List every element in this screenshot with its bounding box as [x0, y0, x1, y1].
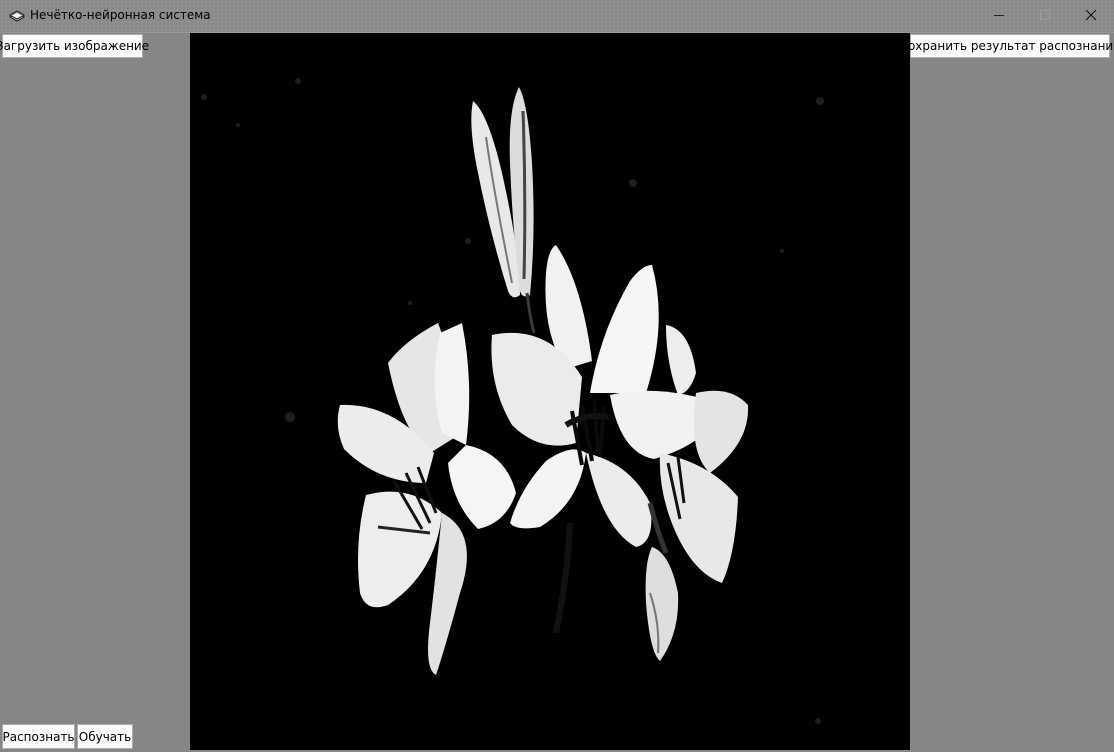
save-result-button[interactable]: Сохранить результат распознания: [900, 34, 1114, 58]
maximize-button[interactable]: [1022, 0, 1068, 30]
close-icon: [1085, 6, 1097, 25]
stack-icon: [8, 8, 26, 24]
minimize-button[interactable]: [976, 0, 1022, 30]
train-button[interactable]: Обучать: [77, 724, 133, 749]
client-area: Загрузить изображение Сохранить результа…: [0, 33, 1114, 752]
lily-image: [190, 33, 910, 750]
window-title: Нечётко-нейронная система: [30, 8, 211, 22]
close-button[interactable]: [1068, 0, 1114, 30]
load-image-button[interactable]: Загрузить изображение: [0, 34, 149, 58]
maximize-icon: [1039, 6, 1051, 25]
minimize-icon: [993, 6, 1005, 25]
recognize-button[interactable]: Распознать: [2, 724, 75, 749]
title-bar[interactable]: Нечётко-нейронная система: [0, 0, 1114, 33]
image-display: [190, 33, 910, 750]
app-window: Нечётко-нейронная система Загрузить изоб…: [0, 0, 1114, 752]
